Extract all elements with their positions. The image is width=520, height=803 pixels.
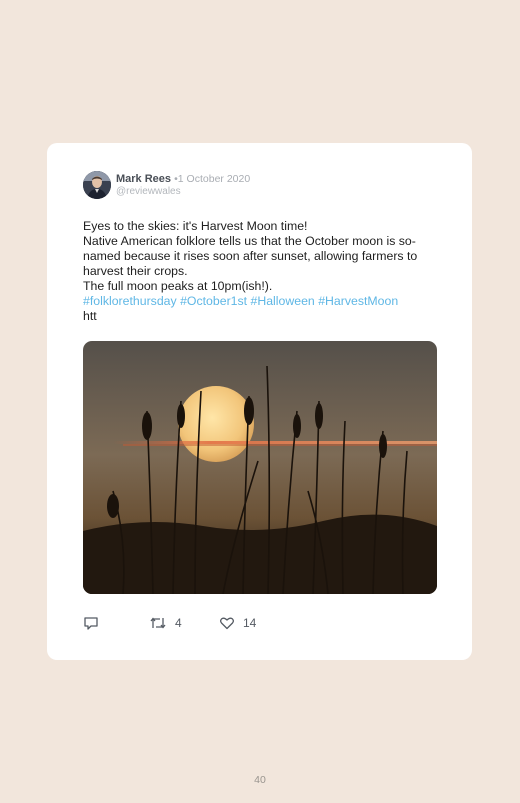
hashtag-link[interactable]: #folklorethursday xyxy=(83,294,177,308)
hashtag-link[interactable]: #HarvestMoon xyxy=(318,294,398,308)
author-line: Mark Rees •1 October 2020 xyxy=(116,173,250,185)
retweet-icon xyxy=(150,617,166,629)
tweet-actions: 4 14 xyxy=(83,615,383,631)
like-count: 14 xyxy=(243,616,257,630)
reply-icon xyxy=(84,617,98,630)
retweet-button[interactable]: 4 xyxy=(149,615,182,631)
reply-button[interactable] xyxy=(83,615,99,631)
heart-icon xyxy=(220,617,234,630)
tweet-line: Native American folklore tells us that t… xyxy=(83,234,418,278)
avatar[interactable] xyxy=(83,171,111,199)
tweet-card: Mark Rees •1 October 2020 @reviewwales E… xyxy=(47,143,472,660)
author-name[interactable]: Mark Rees xyxy=(116,173,171,185)
truncated-link[interactable]: htt xyxy=(83,309,438,324)
hashtags: #folklorethursday #October1st #Halloween… xyxy=(83,294,438,309)
tweet-photo[interactable] xyxy=(83,341,437,594)
tweet-date[interactable]: 1 October 2020 xyxy=(178,173,250,185)
tweet-text: Eyes to the skies: it's Harvest Moon tim… xyxy=(83,219,438,324)
hashtag-link[interactable]: #October1st xyxy=(180,294,247,308)
page-number: 40 xyxy=(254,774,266,786)
tweet-line: Eyes to the skies: it's Harvest Moon tim… xyxy=(83,219,308,233)
author-handle[interactable]: @reviewwales xyxy=(116,186,181,197)
retweet-count: 4 xyxy=(175,616,182,630)
like-button[interactable]: 14 xyxy=(219,615,256,631)
hashtag-link[interactable]: #Halloween xyxy=(251,294,315,308)
tweet-line: The full moon peaks at 10pm(ish!). xyxy=(83,279,273,293)
